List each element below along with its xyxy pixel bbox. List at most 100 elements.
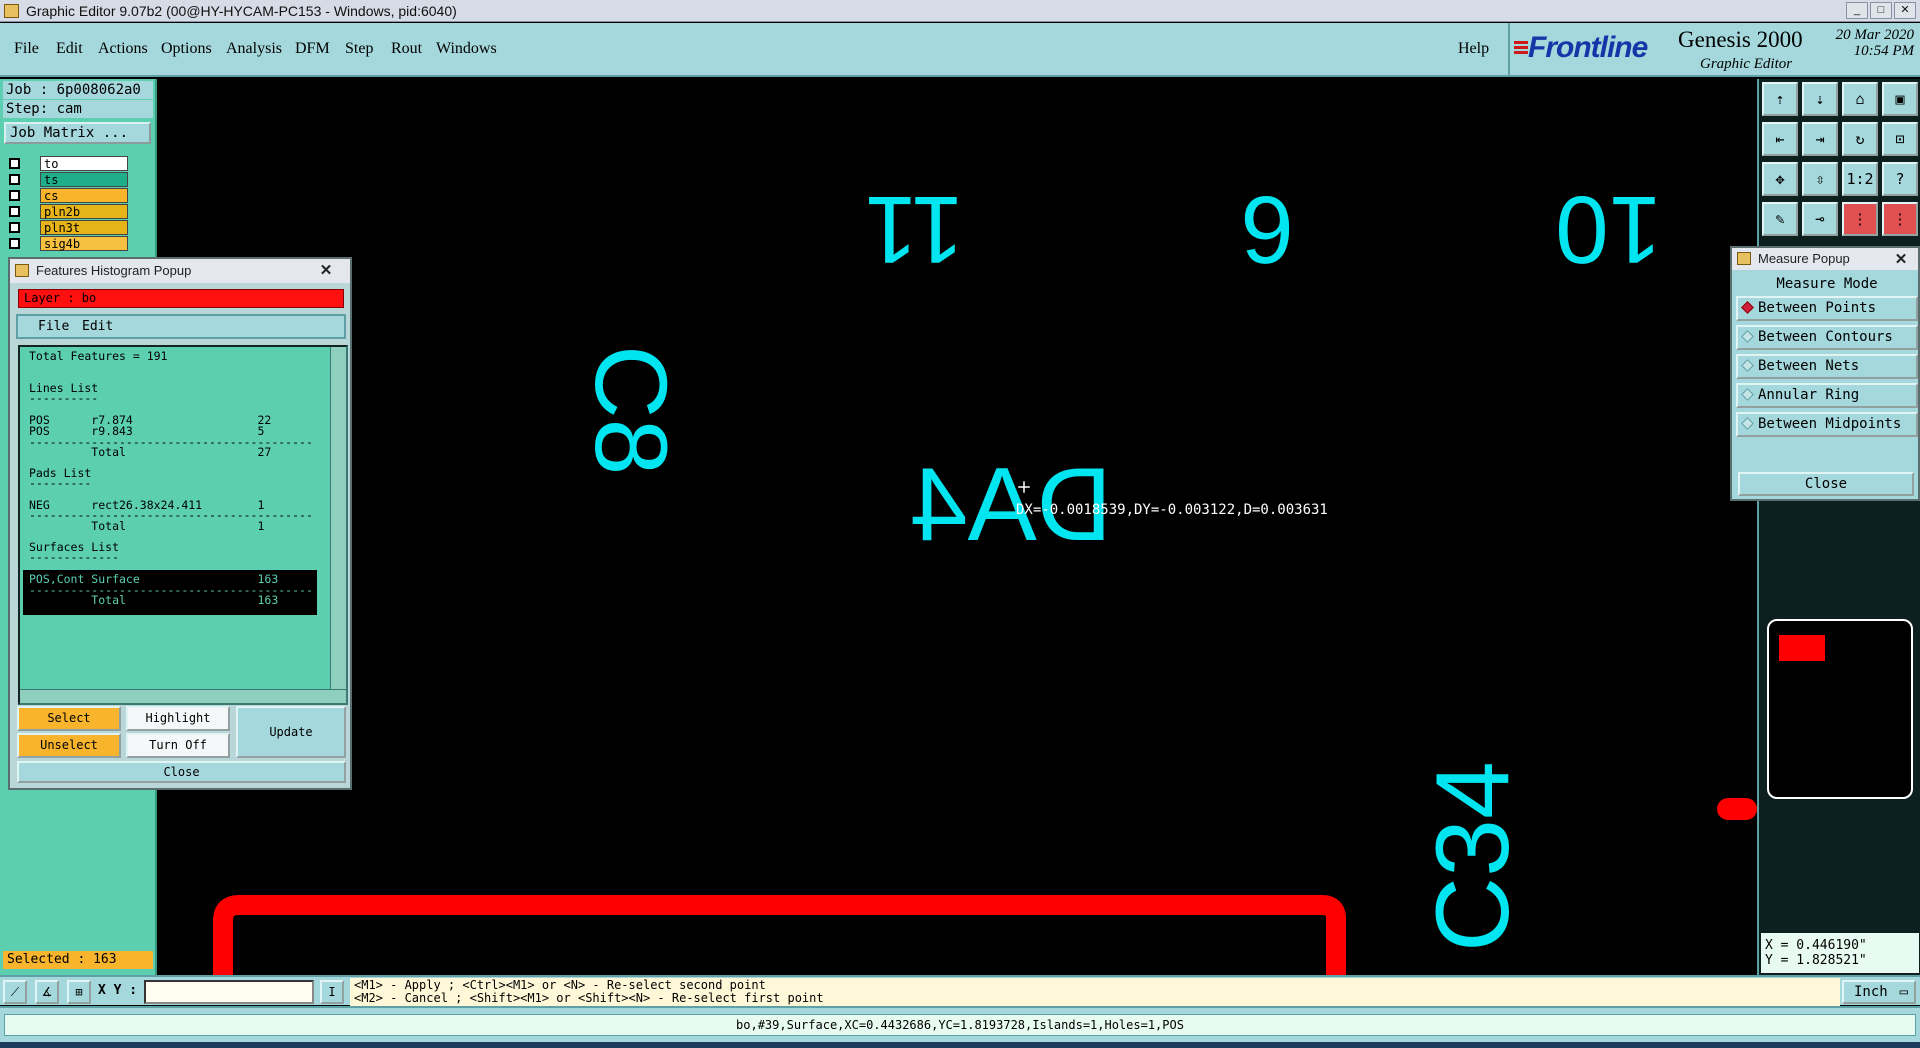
menu-edit[interactable]: Edit — [56, 40, 83, 58]
home-down-icon[interactable]: ⇣ — [1802, 82, 1838, 116]
histogram-close-icon[interactable]: ✕ — [308, 261, 344, 280]
job-matrix-button[interactable]: Job Matrix ... — [4, 122, 151, 144]
layer-row[interactable]: pln2b — [6, 204, 128, 219]
tool-icon[interactable]: ✎ — [1762, 202, 1798, 236]
measure-option-label: Between Nets — [1758, 358, 1860, 374]
layer-row[interactable]: cs — [6, 188, 128, 203]
unselect-button[interactable]: Unselect — [17, 733, 121, 758]
center-icon[interactable]: ⇳ — [1802, 162, 1838, 196]
measure-option-label: Annular Ring — [1758, 387, 1860, 403]
maximize-button[interactable]: □ — [1870, 2, 1892, 19]
layer-name[interactable]: ts — [40, 172, 128, 187]
measure-option[interactable]: Between Points — [1736, 296, 1918, 321]
menu-analysis[interactable]: Analysis — [226, 40, 282, 58]
xy-input[interactable] — [144, 980, 314, 1004]
brand-name: Frontline — [1513, 31, 1648, 64]
help-icon[interactable]: ? — [1882, 162, 1918, 196]
layer-row[interactable]: pln3t — [6, 220, 128, 235]
layer-row[interactable]: sig4b — [6, 236, 128, 251]
measure-option[interactable]: Between Nets — [1736, 354, 1918, 379]
layer-name[interactable]: cs — [40, 188, 128, 203]
snap-icon[interactable]: ⋮ — [1842, 202, 1878, 236]
menu-rout[interactable]: Rout — [391, 40, 422, 58]
histogram-menu-edit[interactable]: Edit — [82, 316, 113, 337]
features-histogram-popup: Features Histogram Popup ✕ Layer : bo Fi… — [8, 257, 352, 790]
histogram-line: Total 163 — [23, 594, 317, 607]
measure-close-icon[interactable]: ✕ — [1890, 250, 1912, 269]
scale-1-2-icon[interactable]: 1:2 — [1842, 162, 1878, 196]
turn-off-button[interactable]: Turn Off — [126, 733, 230, 758]
highlight-button[interactable]: Highlight — [126, 706, 230, 731]
minimize-button[interactable]: _ — [1846, 2, 1868, 19]
zoom-icon[interactable]: ⊡ — [1882, 122, 1918, 156]
measure-title: Measure Popup — [1758, 251, 1850, 266]
layer-name[interactable]: sig4b — [40, 236, 128, 251]
tool-select-icon[interactable]: ⟋ — [3, 980, 27, 1004]
measure-option[interactable]: Between Midpoints — [1736, 412, 1918, 437]
snap2-icon[interactable]: ⋮ — [1882, 202, 1918, 236]
window-icon[interactable]: ▣ — [1882, 82, 1918, 116]
select-button[interactable]: Select — [17, 706, 121, 731]
measure-option[interactable]: Annular Ring — [1736, 383, 1918, 408]
histogram-line: Total 1 — [29, 519, 265, 533]
silk-label-6: 6 — [1241, 176, 1294, 283]
fit-icon[interactable]: ✥ — [1762, 162, 1798, 196]
histogram-close-button[interactable]: Close — [17, 761, 346, 783]
layer-checkbox[interactable] — [9, 238, 20, 249]
menu-file[interactable]: File — [14, 40, 39, 58]
radio-diamond-icon — [1741, 359, 1754, 372]
menu-actions[interactable]: Actions — [98, 40, 148, 58]
layer-checkbox[interactable] — [9, 158, 20, 169]
histogram-vertical-scrollbar[interactable] — [330, 347, 346, 703]
tool-measure-icon[interactable]: ∡ — [35, 980, 59, 1004]
menu-dfm[interactable]: DFM — [295, 40, 330, 58]
layer-checkbox[interactable] — [9, 190, 20, 201]
input-mode-icon[interactable]: I — [320, 980, 344, 1004]
layer-checkbox[interactable] — [9, 222, 20, 233]
unit-selector[interactable]: Inch ▭ — [1842, 980, 1916, 1004]
histogram-menu: File Edit — [16, 314, 346, 339]
histogram-line: ------------- — [29, 550, 120, 564]
measure-icon[interactable]: ⊸ — [1802, 202, 1838, 236]
home-icon[interactable]: ⌂ — [1842, 82, 1878, 116]
status-bar: bo,#39,Surface,XC=0.4432686,YC=1.8193728… — [0, 1006, 1920, 1042]
pan-left-icon[interactable]: ⇤ — [1762, 122, 1798, 156]
menu-options[interactable]: Options — [161, 40, 212, 58]
update-button[interactable]: Update — [236, 706, 346, 758]
selected-count: Selected : 163 — [3, 951, 153, 969]
histogram-layer-label: Layer : bo — [18, 289, 344, 308]
graphic-canvas[interactable]: 11 6 10 C8 DA4 C34 DX=-0.0018539,DY=-0.0… — [159, 79, 1757, 975]
measure-readout: DX=-0.0018539,DY=-0.003122,D=0.003631 — [1016, 502, 1328, 518]
date-time: 20 Mar 2020 10:54 PM — [1835, 27, 1914, 59]
home-top-icon[interactable]: ⇡ — [1762, 82, 1798, 116]
redraw-icon[interactable]: ↻ — [1842, 122, 1878, 156]
histogram-menu-file[interactable]: File — [38, 316, 69, 337]
product-name: Genesis 2000 — [1678, 27, 1803, 52]
histogram-line: Total 27 — [29, 445, 272, 459]
close-window-button[interactable]: ✕ — [1894, 2, 1916, 19]
layer-checkbox[interactable] — [9, 174, 20, 185]
menu-step[interactable]: Step — [345, 40, 373, 58]
measure-close-button[interactable]: Close — [1738, 472, 1914, 496]
histogram-horizontal-scrollbar[interactable] — [20, 689, 346, 703]
measure-option[interactable]: Between Contours — [1736, 325, 1918, 350]
popup-icon — [1737, 252, 1751, 265]
command-bar: ⟋ ∡ ⊞ X Y : I <M1> - Apply ; <Ctrl><M1> … — [0, 975, 1920, 1006]
popup-icon — [15, 264, 29, 277]
layer-row[interactable]: ts — [6, 172, 128, 187]
layer-name[interactable]: pln2b — [40, 204, 128, 219]
layer-checkbox[interactable] — [9, 206, 20, 217]
layer-row[interactable]: to — [6, 156, 128, 171]
histogram-line: Total Features = 191 — [29, 349, 168, 363]
menu-help[interactable]: Help — [1458, 40, 1489, 58]
histogram-list[interactable]: Total Features = 191 Lines List ----------… — [18, 345, 348, 705]
red-pad-feature — [1717, 798, 1757, 820]
layer-name[interactable]: pln3t — [40, 220, 128, 235]
histogram-line: ---------- — [29, 391, 99, 405]
silk-label-11: 11 — [864, 176, 964, 283]
layer-name[interactable]: to — [40, 156, 128, 171]
pan-right-icon[interactable]: ⇥ — [1802, 122, 1838, 156]
overview-map[interactable] — [1767, 619, 1913, 799]
menu-windows[interactable]: Windows — [436, 40, 497, 58]
grid-icon[interactable]: ⊞ — [67, 980, 91, 1004]
